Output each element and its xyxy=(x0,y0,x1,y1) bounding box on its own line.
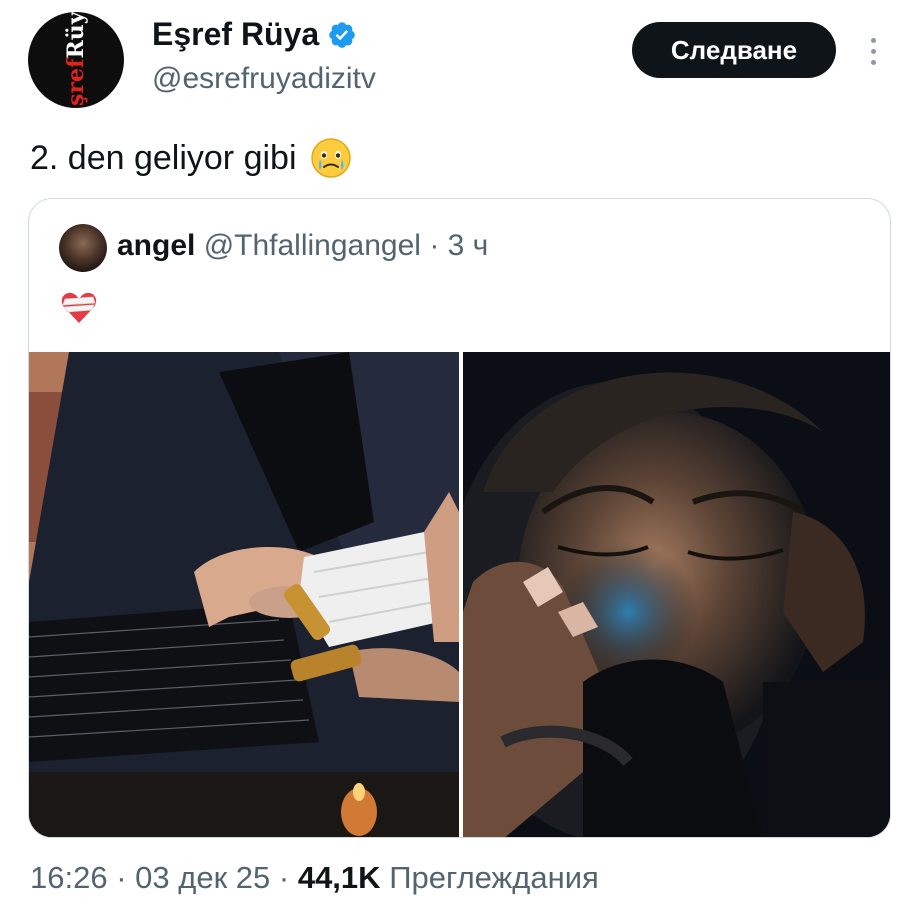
verified-badge-icon xyxy=(329,21,355,48)
more-options-icon[interactable] xyxy=(864,36,884,68)
quoted-separator: · xyxy=(429,229,440,262)
quoted-author-name[interactable]: angel xyxy=(117,229,195,262)
views-count[interactable]: 44,1K xyxy=(298,860,381,895)
tweet-time[interactable]: 16:26 xyxy=(30,860,108,895)
tweet-text-content: 2. den geliyor gibi xyxy=(30,138,297,177)
tweet-meta: 16:26 · 03 дек 25 · 44,1K Преглеждания xyxy=(30,860,599,896)
follow-button[interactable]: Следване xyxy=(632,22,836,78)
tweet-date[interactable]: 03 дек 25 xyxy=(135,860,270,895)
quoted-tweet-header: angel @Thfallingangel · 3 ч xyxy=(117,229,488,263)
quoted-media[interactable] xyxy=(29,352,890,837)
author-logo: EşrefRüya xyxy=(63,12,89,108)
author-display-name[interactable]: Eşref Rüya xyxy=(152,16,319,53)
woman-crying-photo[interactable] xyxy=(463,352,890,837)
views-label[interactable]: Преглеждания xyxy=(389,860,599,895)
tweet-text: 2. den geliyor gibi xyxy=(30,136,353,180)
quoted-tweet-card[interactable]: angel @Thfallingangel · 3 ч xyxy=(28,198,891,838)
author-handle[interactable]: @esrefruyadizitv xyxy=(152,62,376,96)
wrapped-hand-photo[interactable] xyxy=(29,352,459,837)
quoted-time: 3 ч xyxy=(447,229,489,262)
bandaged-heart-emoji xyxy=(61,292,97,323)
author-avatar[interactable]: EşrefRüya xyxy=(28,12,124,108)
quoted-author-handle[interactable]: @Thfallingangel xyxy=(204,229,421,262)
quoted-author-avatar[interactable] xyxy=(59,224,107,272)
meta-separator: · xyxy=(116,860,127,895)
author-name-row[interactable]: Eşref Rüya xyxy=(152,16,357,53)
face-holding-back-tears-emoji xyxy=(310,138,351,178)
meta-separator: · xyxy=(278,860,290,895)
